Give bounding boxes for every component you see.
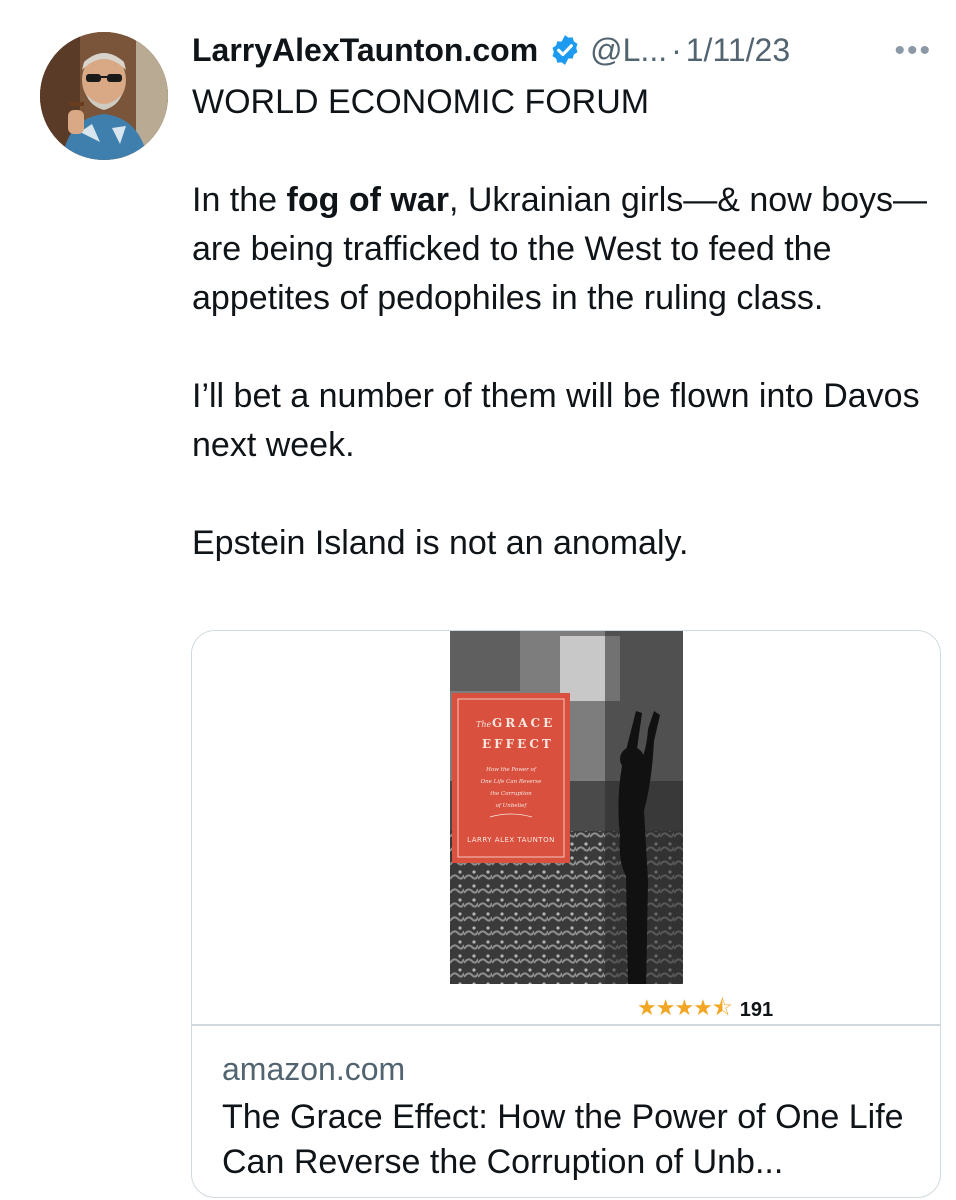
author-avatar[interactable] <box>40 32 168 160</box>
bold-phrase: fog of war <box>286 181 449 219</box>
book-cover-image: The GRACE EFFECT How the Power of One Li… <box>450 631 683 991</box>
card-image[interactable]: The GRACE EFFECT How the Power of One Li… <box>192 631 940 1024</box>
tweet-paragraph: In the fog of war, Ukrainian girls—& now… <box>192 181 928 317</box>
tweet-header: LarryAlexTaunton.com @L... · 1/11/23 ••• <box>192 28 942 72</box>
svg-text:How the Power of: How the Power of <box>485 767 537 773</box>
avatar-photo <box>40 32 168 160</box>
svg-text:the Corruption: the Corruption <box>490 791 532 797</box>
svg-text:EFFECT: EFFECT <box>482 737 554 751</box>
link-preview-card[interactable]: The GRACE EFFECT How the Power of One Li… <box>191 630 941 1198</box>
card-title[interactable]: The Grace Effect: How the Power of One L… <box>222 1095 922 1185</box>
tweet-paragraph: I’ll bet a number of them will be flown … <box>192 377 920 464</box>
card-divider <box>192 1024 940 1026</box>
svg-text:LARRY ALEX TAUNTON: LARRY ALEX TAUNTON <box>467 836 555 844</box>
header-separator: · <box>671 31 682 68</box>
tweet-paragraph: Epstein Island is not an anomaly. <box>192 524 689 562</box>
card-domain[interactable]: amazon.com <box>222 1051 405 1088</box>
author-handle[interactable]: @L... <box>590 32 667 69</box>
author-name[interactable]: LarryAlexTaunton.com <box>192 32 538 69</box>
svg-text:of Unbelief: of Unbelief <box>496 803 528 809</box>
rating-count: 191 <box>739 998 774 1021</box>
more-options-icon[interactable]: ••• <box>894 34 932 68</box>
svg-text:The: The <box>476 720 491 729</box>
tweet-date[interactable]: 1/11/23 <box>686 32 790 69</box>
svg-text:GRACE: GRACE <box>492 716 555 730</box>
svg-text:One Life Can Reverse: One Life Can Reverse <box>481 779 542 785</box>
tweet-line-heading: WORLD ECONOMIC FORUM <box>192 83 650 121</box>
tweet-body: WORLD ECONOMIC FORUM In the fog of war, … <box>192 78 952 568</box>
verified-badge-icon <box>548 33 582 67</box>
